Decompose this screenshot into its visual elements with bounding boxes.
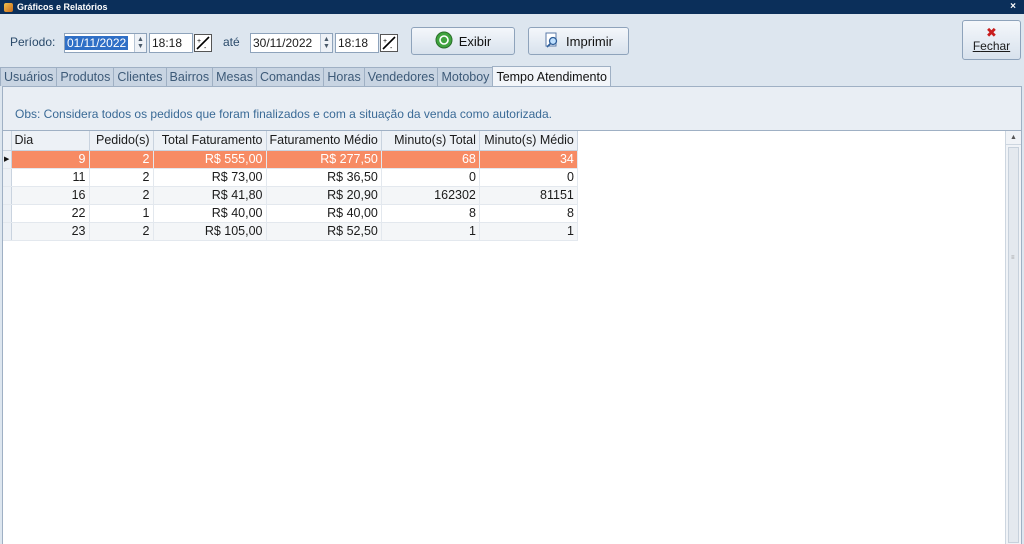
svg-text:+: + — [197, 38, 201, 45]
table-cell: R$ 52,50 — [266, 222, 382, 241]
table-cell: R$ 73,00 — [153, 168, 267, 187]
imprimir-button[interactable]: Imprimir — [528, 27, 629, 55]
table-cell: 22 — [11, 204, 90, 223]
row-indicator[interactable] — [3, 168, 12, 187]
table-cell: 9 — [11, 150, 90, 169]
table-cell: R$ 105,00 — [153, 222, 267, 241]
tab-mesas[interactable]: Mesas — [212, 67, 257, 86]
table-cell: 11 — [11, 168, 90, 187]
table-cell: 34 — [479, 150, 578, 169]
column-header[interactable]: Pedido(s) — [89, 131, 154, 151]
end-date-field[interactable]: 30/11/2022 ▲ ▼ — [250, 33, 333, 53]
imprimir-label: Imprimir — [566, 33, 613, 49]
report-tabs: Usuários Produtos Clientes Bairros Mesas Coma… — [0, 66, 611, 86]
vertical-scrollbar[interactable]: ▲ ≡ — [1005, 131, 1021, 544]
start-date-spinner-icon[interactable]: ▲ ▼ — [134, 34, 146, 52]
table-row[interactable]: 22 1 R$ 40,00 R$ 40,00 8 8 — [3, 204, 578, 223]
table-row[interactable]: 16 2 R$ 41,80 R$ 20,90 162302 81151 — [3, 186, 578, 205]
table-cell: R$ 40,00 — [153, 204, 267, 223]
table-cell: 0 — [479, 168, 578, 187]
table-cell: R$ 20,90 — [266, 186, 382, 205]
row-indicator[interactable] — [3, 222, 12, 241]
tab-comandas[interactable]: Comandas — [255, 67, 325, 86]
start-time-field[interactable]: 18:18 — [149, 33, 193, 53]
table-cell: 68 — [381, 150, 480, 169]
end-time-value: 18:18 — [338, 36, 369, 50]
table-cell: 8 — [381, 204, 480, 223]
data-grid[interactable]: Dia Pedido(s) Total Faturamento Faturamento… — [3, 130, 1021, 544]
table-cell: 2 — [89, 150, 154, 169]
column-header[interactable]: Faturamento Médio — [266, 131, 382, 151]
tab-usuários[interactable]: Usuários — [0, 67, 58, 86]
table-cell: 2 — [89, 168, 154, 187]
scroll-thumb[interactable] — [1008, 147, 1019, 543]
table-cell: R$ 36,50 — [266, 168, 382, 187]
window-title: Gráficos e Relatórios — [17, 2, 108, 12]
scroll-grip-icon: ≡ — [1011, 255, 1015, 261]
row-indicator[interactable] — [3, 204, 12, 223]
row-indicator[interactable] — [3, 186, 12, 205]
table-cell: 16 — [11, 186, 90, 205]
report-table: Dia Pedido(s) Total Faturamento Faturamento… — [3, 131, 578, 241]
table-cell: R$ 40,00 — [266, 204, 382, 223]
filter-toolbar: Período: 01/11/2022 ▲ ▼ 18:18 + - até 30/1… — [0, 14, 1024, 66]
start-clear-icon[interactable]: + - — [194, 34, 212, 52]
tab-horas[interactable]: Horas — [323, 67, 365, 86]
window-close-icon[interactable]: × — [1010, 0, 1016, 14]
row-pointer-icon[interactable]: ▶ — [3, 150, 12, 169]
table-cell: 81151 — [479, 186, 578, 205]
table-cell: 162302 — [381, 186, 480, 205]
svg-text:-: - — [390, 45, 393, 51]
tab-panel: Obs: Considera todos os pedidos que fora… — [2, 86, 1022, 544]
ate-label: até — [223, 35, 240, 49]
scroll-up-icon[interactable]: ▲ — [1006, 131, 1021, 145]
table-cell: 23 — [11, 222, 90, 241]
table-cell: R$ 41,80 — [153, 186, 267, 205]
svg-text:-: - — [204, 45, 207, 51]
close-icon: ✖ — [986, 25, 997, 40]
end-date-value: 30/11/2022 — [253, 36, 313, 50]
end-time-field[interactable]: 18:18 — [335, 33, 379, 53]
column-header[interactable]: Minuto(s) Médio — [479, 131, 578, 151]
end-date-spinner-icon[interactable]: ▲ ▼ — [320, 34, 332, 52]
svg-text:+: + — [383, 38, 387, 45]
print-preview-icon — [544, 32, 560, 51]
column-header[interactable]: Total Faturamento — [153, 131, 267, 151]
column-header[interactable]: Dia — [11, 131, 90, 151]
tab-bairros[interactable]: Bairros — [165, 67, 214, 86]
table-cell: 0 — [381, 168, 480, 187]
tab-produtos[interactable]: Produtos — [56, 67, 115, 86]
app-icon — [4, 2, 13, 12]
table-cell: 2 — [89, 222, 154, 241]
start-time-value: 18:18 — [152, 36, 183, 50]
start-date-field[interactable]: 01/11/2022 ▲ ▼ — [64, 33, 147, 53]
window-titlebar: Gráficos e Relatórios × — [0, 0, 1024, 14]
tab-tempo-atendimento[interactable]: Tempo Atendimento — [492, 66, 611, 86]
tab-motoboy[interactable]: Motoboy — [437, 67, 494, 86]
table-row[interactable]: 23 2 R$ 105,00 R$ 52,50 1 1 — [3, 222, 578, 241]
table-cell: 8 — [479, 204, 578, 223]
table-cell: R$ 277,50 — [266, 150, 382, 169]
end-clear-icon[interactable]: + - — [380, 34, 398, 52]
table-row[interactable]: 11 2 R$ 73,00 R$ 36,50 0 0 — [3, 168, 578, 187]
fechar-button[interactable]: ✖ Fechar — [962, 20, 1021, 60]
table-cell: 1 — [479, 222, 578, 241]
start-date-value: 01/11/2022 — [65, 36, 129, 50]
table-cell: 1 — [381, 222, 480, 241]
row-indicator-header — [3, 131, 12, 151]
tab-clientes[interactable]: Clientes — [113, 67, 167, 86]
obs-note: Obs: Considera todos os pedidos que fora… — [15, 107, 552, 121]
table-cell: 2 — [89, 186, 154, 205]
table-cell: R$ 555,00 — [153, 150, 267, 169]
exibir-label: Exibir — [458, 33, 492, 49]
table-row[interactable]: ▶ 9 2 R$ 555,00 R$ 277,50 68 34 — [3, 150, 578, 169]
tab-vendedores[interactable]: Vendedores — [363, 67, 439, 86]
fechar-label: Fechar — [972, 39, 1011, 53]
exibir-button[interactable]: Exibir — [411, 27, 515, 55]
column-header[interactable]: Minuto(s) Total — [381, 131, 480, 151]
refresh-icon — [435, 31, 453, 52]
periodo-label: Período: — [10, 35, 56, 49]
table-cell: 1 — [89, 204, 154, 223]
